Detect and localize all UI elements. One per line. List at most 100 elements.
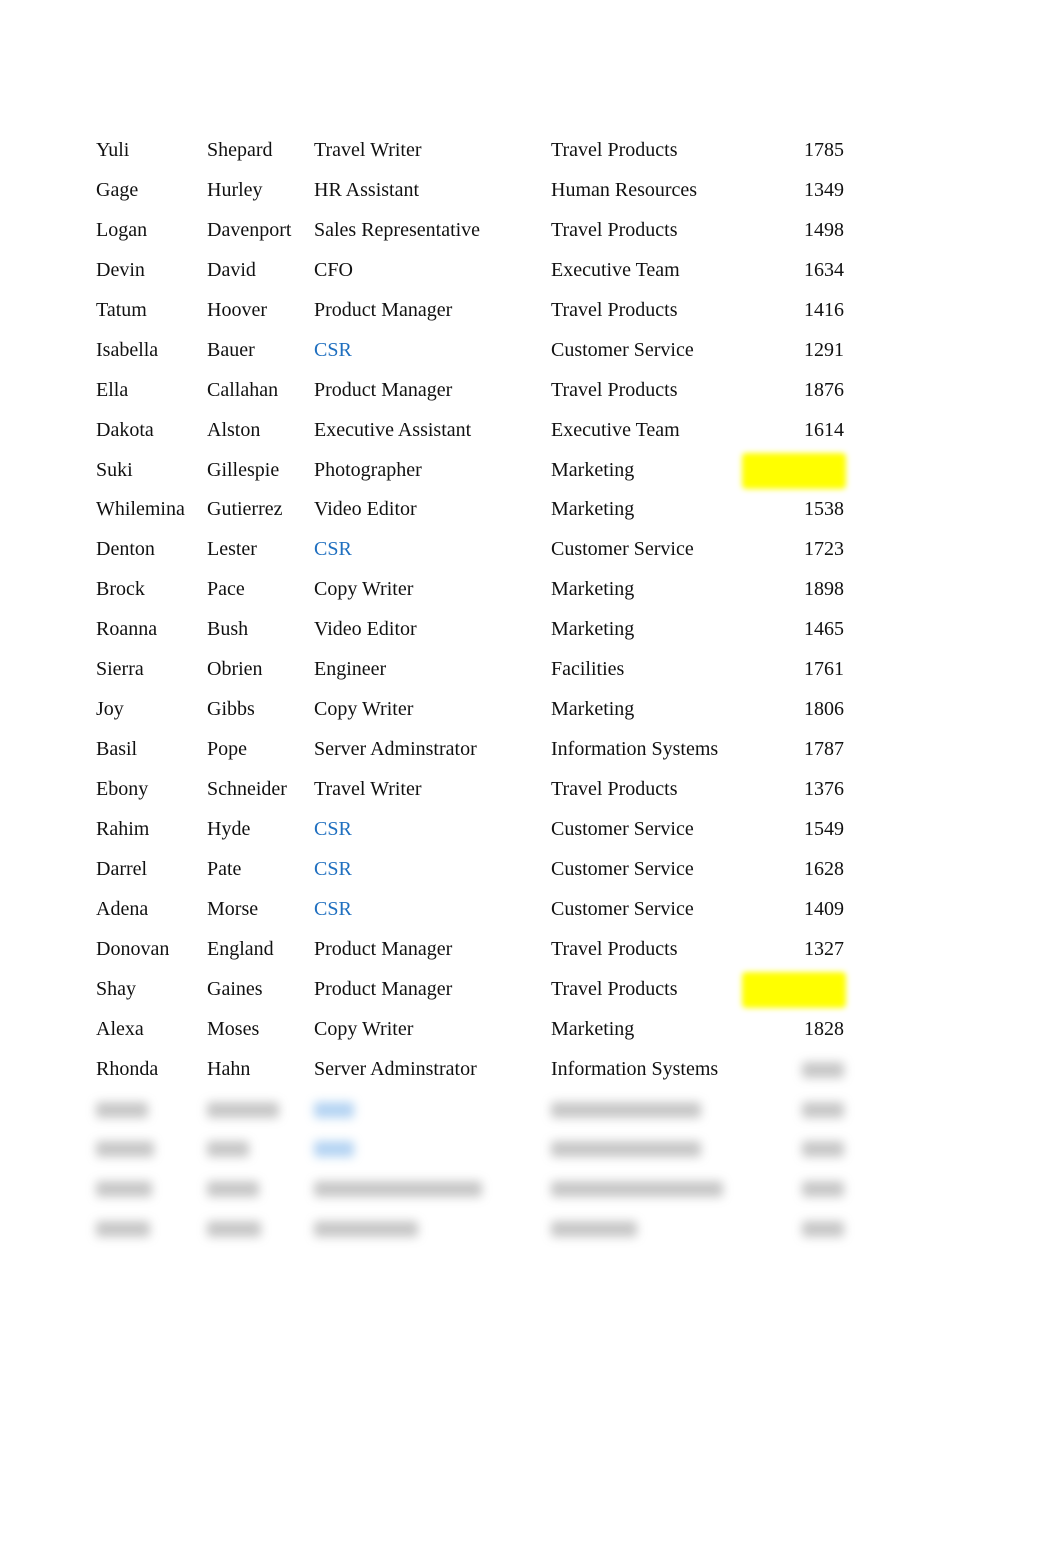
job-title-cell[interactable]: CSR bbox=[314, 536, 352, 562]
blurred-cell bbox=[802, 1221, 844, 1238]
table-row: Devin David CFO Executive Team 1634 bbox=[0, 257, 1062, 297]
job-title-cell[interactable]: CSR bbox=[314, 856, 352, 882]
blurred-cell bbox=[802, 1141, 844, 1158]
first-name-cell: Sierra bbox=[96, 658, 144, 681]
table-row: Donovan England Product Manager Travel Prod… bbox=[0, 936, 1062, 976]
first-name-cell: Ella bbox=[96, 378, 129, 401]
last-name-cell: Gibbs bbox=[207, 698, 255, 721]
department-cell: Marketing bbox=[551, 618, 635, 641]
last-name-cell: Lester bbox=[207, 538, 257, 561]
job-title-cell[interactable]: CSR bbox=[314, 896, 352, 922]
blurred-cell bbox=[314, 1141, 354, 1158]
department-cell: Customer Service bbox=[551, 857, 694, 880]
value-cell: 1828 bbox=[804, 1017, 844, 1040]
department-cell: Travel Products bbox=[551, 378, 678, 401]
last-name-cell: Alston bbox=[207, 418, 261, 441]
department-cell: Customer Service bbox=[551, 538, 694, 561]
last-name-cell: Shepard bbox=[207, 139, 273, 161]
blurred-cell bbox=[551, 1141, 701, 1158]
blurred-cell bbox=[802, 1181, 844, 1198]
job-title-cell: Photographer bbox=[314, 458, 422, 481]
job-title-cell[interactable]: CSR bbox=[314, 337, 352, 363]
blurred-cell bbox=[96, 1141, 154, 1158]
job-title-cell: Engineer bbox=[314, 658, 387, 681]
blurred-cell bbox=[551, 1221, 637, 1238]
first-name-cell: Shay bbox=[96, 977, 136, 1000]
first-name-cell: Whilemina bbox=[96, 498, 185, 521]
table-row: Ella Callahan Product Manager Travel Produc… bbox=[0, 377, 1062, 417]
first-name-cell: Devin bbox=[96, 258, 145, 281]
last-name-cell: Bauer bbox=[207, 338, 255, 361]
last-name-cell: David bbox=[207, 258, 256, 281]
first-name-cell: Rhonda bbox=[96, 1057, 159, 1080]
first-name-cell: Alexa bbox=[96, 1017, 144, 1040]
department-cell: Travel Products bbox=[551, 778, 678, 800]
table-row: Joy Gibbs Copy Writer Marketing 1806 bbox=[0, 696, 1062, 736]
table-row: Brock Pace Copy Writer Marketing 1898 bbox=[0, 576, 1062, 616]
department-cell: Information Systems bbox=[551, 1057, 719, 1080]
department-cell: Travel Products bbox=[551, 977, 678, 1000]
table-row: Yuli Shepard Travel Writer Travel Products 1… bbox=[0, 137, 1062, 177]
last-name-cell: Pope bbox=[207, 738, 247, 761]
first-name-cell: Isabella bbox=[96, 338, 159, 361]
highlight-redaction bbox=[742, 452, 846, 489]
table-row: Logan Davenport Sales Representative Travel… bbox=[0, 217, 1062, 257]
value-cell: 1327 bbox=[804, 937, 844, 960]
blurred-cell bbox=[96, 1101, 148, 1118]
table-row: Whilemina Gutierrez Video Editor Marketing 1… bbox=[0, 496, 1062, 536]
department-cell: Travel Products bbox=[551, 218, 678, 241]
blurred-cell bbox=[207, 1101, 279, 1118]
job-title-cell: Product Manager bbox=[314, 977, 453, 1000]
blurred-cell bbox=[96, 1181, 152, 1198]
table-row: Dakota Alston Executive Assistant Executive… bbox=[0, 417, 1062, 457]
department-cell: Marketing bbox=[551, 458, 635, 481]
blurred-cell bbox=[314, 1181, 482, 1198]
last-name-cell: Hyde bbox=[207, 817, 251, 840]
blurred-row bbox=[0, 1175, 1062, 1215]
last-name-cell: Moses bbox=[207, 1017, 260, 1040]
job-title-cell: Product Manager bbox=[314, 937, 453, 960]
first-name-cell: Darrel bbox=[96, 857, 148, 880]
blurred-cell bbox=[551, 1101, 701, 1118]
table-row: Gage Hurley HR Assistant Human Resources 134… bbox=[0, 177, 1062, 217]
first-name-cell: Gage bbox=[96, 178, 139, 201]
blurred-cell bbox=[314, 1101, 354, 1118]
first-name-cell: Brock bbox=[96, 578, 145, 601]
first-name-cell: Tatum bbox=[96, 298, 147, 321]
department-cell: Travel Products bbox=[551, 937, 678, 960]
table-row: Darrel Pate CSR Customer Service 1628 bbox=[0, 856, 1062, 896]
value-cell: 1628 bbox=[804, 857, 844, 880]
job-title-cell: Server Adminstrator bbox=[314, 1057, 477, 1080]
highlight-redaction bbox=[742, 971, 846, 1008]
department-cell: Marketing bbox=[551, 578, 635, 601]
value-cell: 1349 bbox=[804, 178, 844, 201]
job-title-cell: Copy Writer bbox=[314, 578, 414, 601]
last-name-cell: Gutierrez bbox=[207, 498, 283, 521]
department-cell: Executive Team bbox=[551, 258, 680, 281]
job-title-cell[interactable]: CSR bbox=[314, 816, 352, 842]
job-title-cell: Travel Writer bbox=[314, 139, 422, 161]
table-row: Basil Pope Server Adminstrator Information … bbox=[0, 736, 1062, 776]
value-cell: 1761 bbox=[804, 658, 844, 681]
value-cell: 1465 bbox=[804, 618, 844, 641]
job-title-cell: Travel Writer bbox=[314, 778, 422, 800]
table-row: Rahim Hyde CSR Customer Service 1549 bbox=[0, 816, 1062, 856]
value-cell: 1634 bbox=[804, 258, 844, 281]
table-row: Isabella Bauer CSR Customer Service 1291 bbox=[0, 337, 1062, 377]
table-row: Sierra Obrien Engineer Facilities 1761 bbox=[0, 656, 1062, 696]
job-title-cell: Server Adminstrator bbox=[314, 738, 477, 761]
last-name-cell: Hoover bbox=[207, 298, 267, 321]
last-name-cell: Callahan bbox=[207, 378, 279, 401]
department-cell: Marketing bbox=[551, 698, 635, 721]
first-name-cell: Roanna bbox=[96, 618, 158, 641]
job-title-cell: Product Manager bbox=[314, 378, 453, 401]
last-name-cell: Schneider bbox=[207, 778, 287, 800]
table-row: Ebony Schneider Travel Writer Travel Produc… bbox=[0, 776, 1062, 816]
value-cell: 1409 bbox=[804, 897, 844, 920]
value-cell: 1416 bbox=[804, 298, 844, 321]
value-cell: 1787 bbox=[804, 738, 844, 761]
department-cell: Executive Team bbox=[551, 418, 680, 441]
first-name-cell: Dakota bbox=[96, 418, 154, 441]
job-title-cell: Executive Assistant bbox=[314, 418, 472, 441]
last-name-cell: Morse bbox=[207, 897, 259, 920]
